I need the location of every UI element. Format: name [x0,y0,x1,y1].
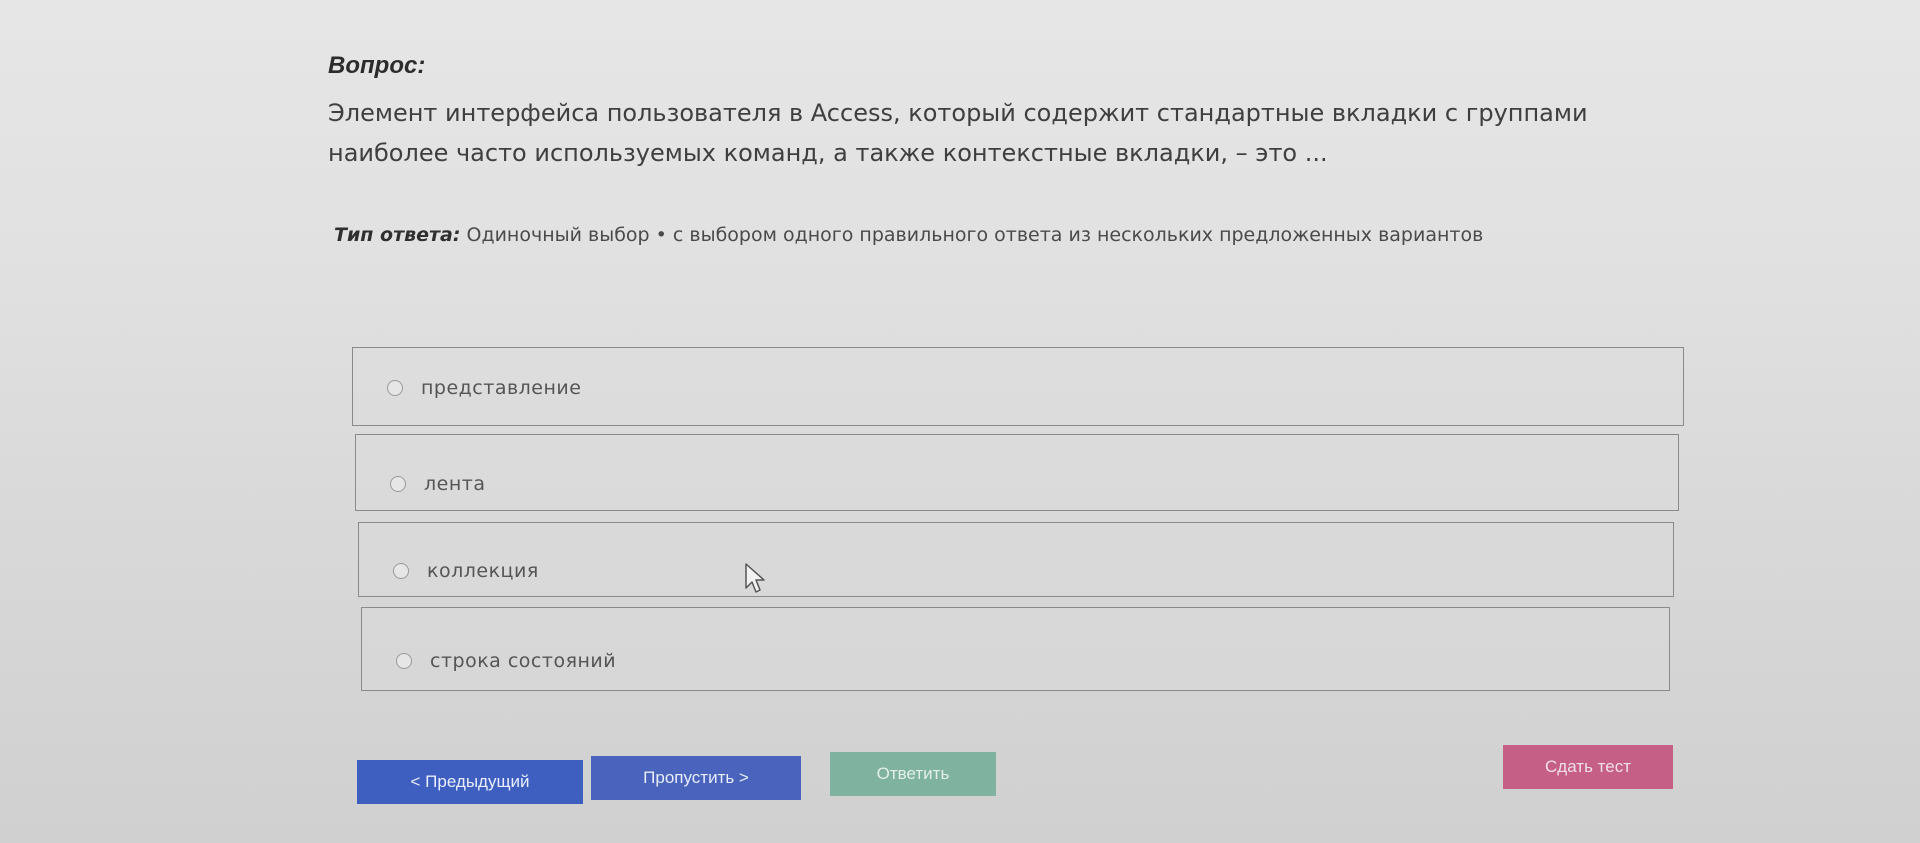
question-text: Элемент интерфейса пользователя в Access… [328,99,1588,167]
answer-type: Тип ответа: Одиночный выбор • с выбором … [334,224,1483,246]
radio-button[interactable] [393,563,409,579]
option-representation[interactable]: представление [352,347,1684,426]
option-collection[interactable]: коллекция [358,522,1674,597]
option-label: лента [424,473,486,495]
option-ribbon[interactable]: лента [355,434,1679,511]
question-heading: Вопрос: [328,52,426,79]
skip-button[interactable]: Пропустить > [591,756,801,800]
submit-test-button[interactable]: Сдать тест [1503,745,1673,789]
answer-type-label: Тип ответа: [334,224,461,246]
radio-button[interactable] [396,653,412,669]
mouse-cursor-icon [745,563,765,593]
radio-button[interactable] [390,476,406,492]
quiz-page: Вопрос: Элемент интерфейса пользователя … [0,0,1920,843]
option-label: коллекция [427,560,539,582]
option-label: строка состояний [430,650,617,672]
answer-type-value: Одиночный выбор • с выбором одного прави… [466,224,1484,246]
previous-button[interactable]: < Предыдущий [357,760,583,804]
option-label: представление [421,377,582,399]
radio-button[interactable] [387,380,403,396]
answer-button[interactable]: Ответить [830,752,996,796]
option-status-bar[interactable]: строка состояний [361,607,1670,691]
